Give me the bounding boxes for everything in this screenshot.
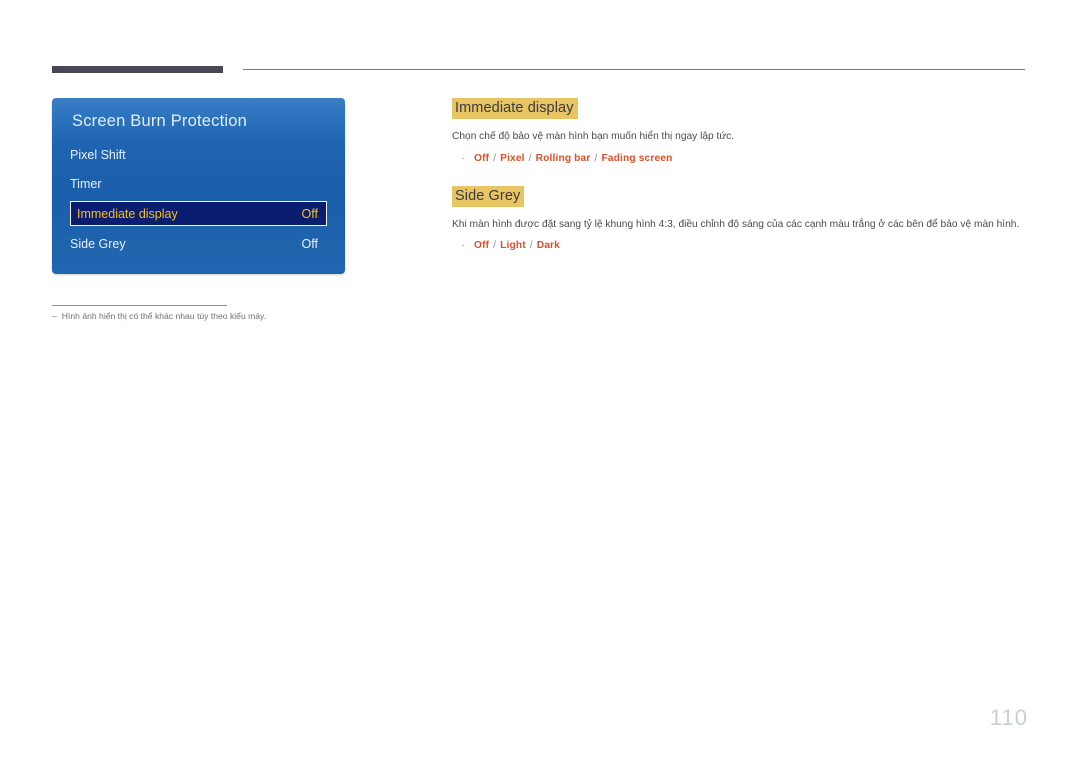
section-side-grey: Side Grey Khi màn hình được đặt sang tỷ … [452, 185, 1030, 254]
osd-item-label: Side Grey [70, 237, 126, 251]
osd-panel-title: Screen Burn Protection [72, 112, 247, 130]
osd-item-value: Off [301, 237, 318, 251]
section-heading: Side Grey [452, 185, 525, 207]
footnote-text: Hình ảnh hiển thị có thể khác nhau tùy t… [61, 311, 267, 321]
header-bar-accent [52, 66, 223, 73]
option-values: Off / Pixel / Rolling bar / Fading scree… [474, 152, 673, 164]
manual-page: Screen Burn Protection Pixel Shift Timer… [0, 0, 1080, 763]
osd-item-label: Timer [70, 177, 102, 191]
option-values: Off / Light / Dark [474, 240, 560, 251]
bullet-marker-icon: · [461, 240, 465, 251]
osd-item-value: Off [301, 206, 318, 221]
content-column: Immediate display Chọn chế độ bảo vệ màn… [452, 98, 1030, 253]
osd-item-side-grey[interactable]: Side Grey Off [70, 232, 326, 256]
footnote-divider [52, 305, 227, 306]
section-heading: Immediate display [452, 98, 578, 119]
section-option-list: · Off / Light / Dark [452, 238, 1030, 253]
osd-menu-panel: Screen Burn Protection Pixel Shift Timer… [52, 98, 345, 274]
osd-item-label: Immediate display [77, 206, 178, 221]
list-item: · Off / Light / Dark [452, 238, 1030, 253]
page-number: 110 [989, 705, 1028, 730]
section-immediate-display: Immediate display Chọn chế độ bảo vệ màn… [452, 98, 1030, 166]
osd-item-timer[interactable]: Timer [70, 172, 326, 196]
osd-item-immediate-display-selected[interactable]: Immediate display Off [70, 201, 327, 226]
section-body: Chọn chế độ bảo vệ màn hình bạn muốn hiể… [452, 131, 735, 142]
header-rule [243, 69, 1025, 70]
footnote: ‒ Hình ảnh hiển thị có thể khác nhau tùy … [52, 311, 472, 321]
bullet-marker-icon: · [461, 152, 465, 164]
footnote-marker: ‒ [52, 311, 57, 321]
list-item: · Off / Pixel / Rolling bar / Fading scr… [452, 151, 1030, 166]
osd-item-label: Pixel Shift [70, 148, 126, 162]
osd-item-pixel-shift[interactable]: Pixel Shift [70, 143, 326, 167]
section-option-list: · Off / Pixel / Rolling bar / Fading scr… [452, 151, 1030, 166]
section-body: Khi màn hình được đặt sang tỷ lệ khung h… [452, 218, 1020, 230]
